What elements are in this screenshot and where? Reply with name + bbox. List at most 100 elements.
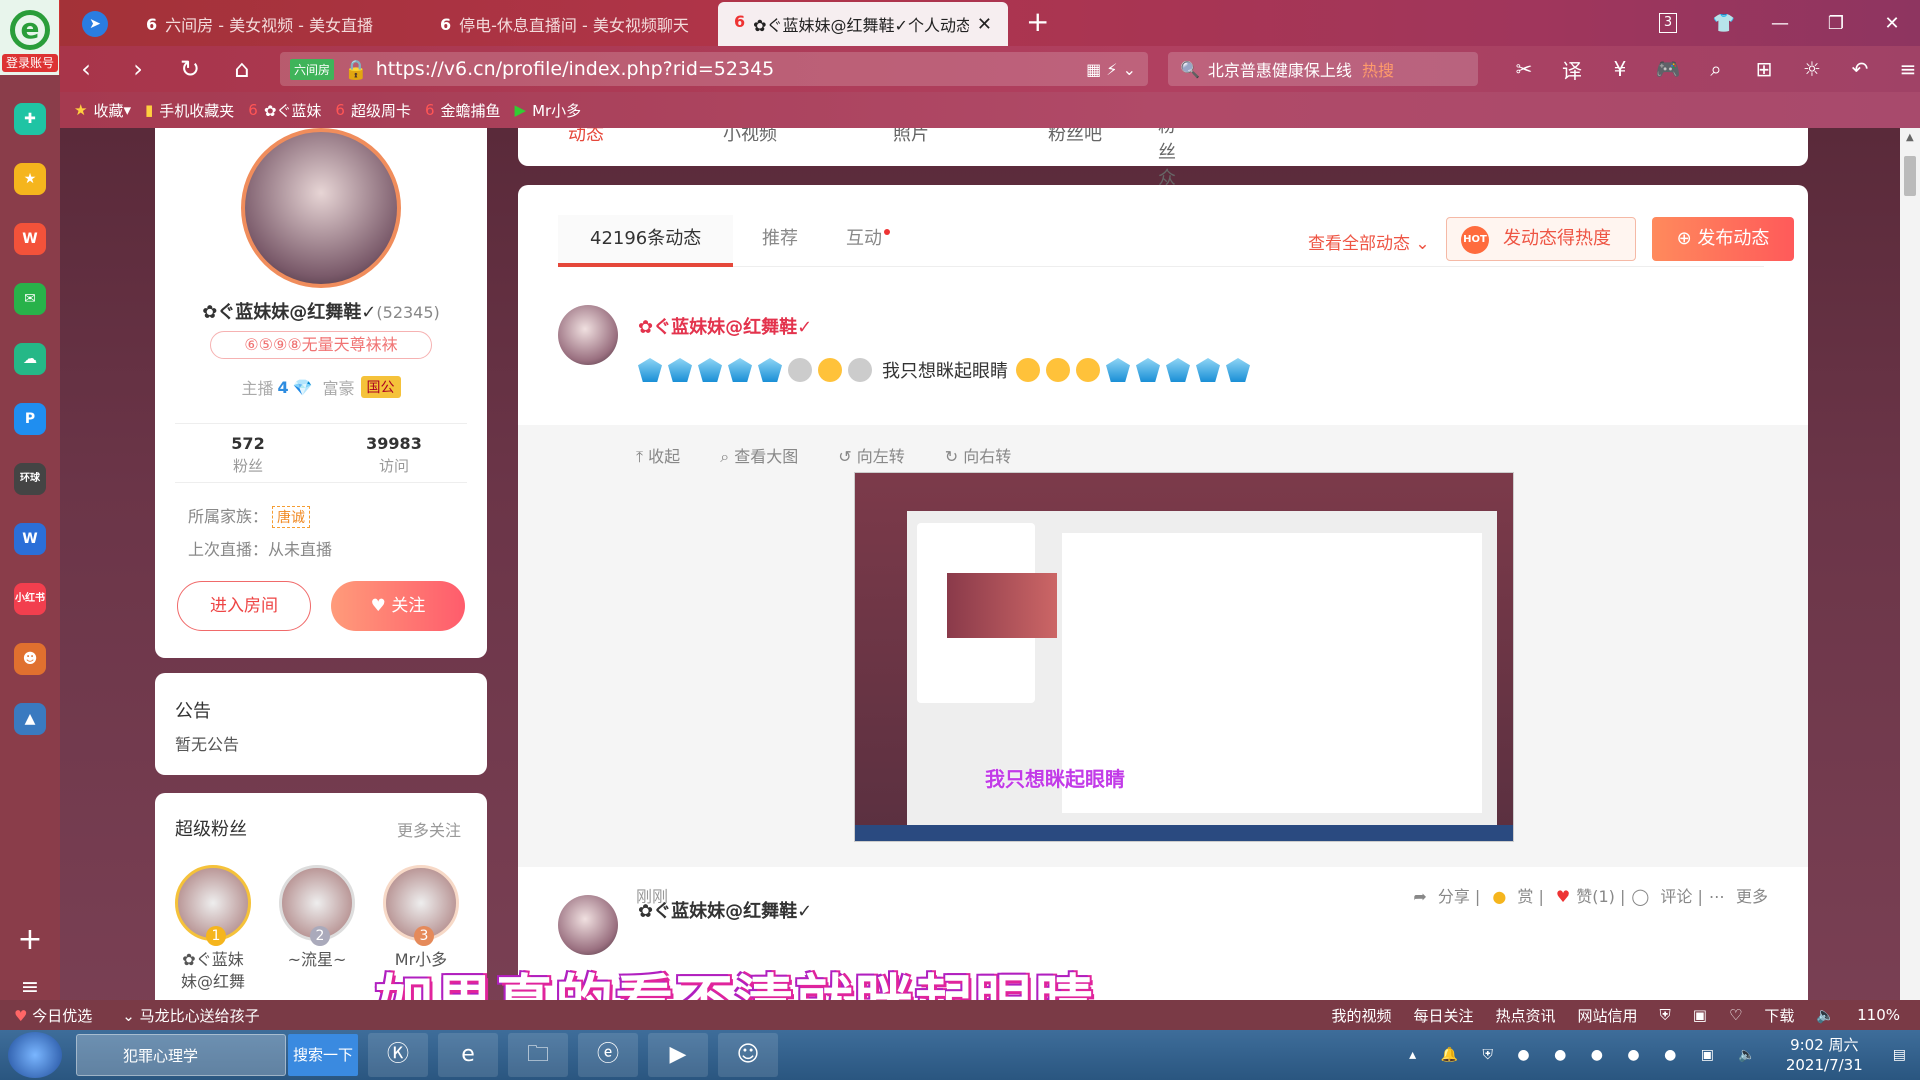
player-icon[interactable]: ▶ xyxy=(648,1033,708,1077)
sidebar-menu-icon[interactable]: ≡ xyxy=(21,975,39,1000)
speaker-icon[interactable]: 🔈 xyxy=(1816,1006,1835,1024)
bookmark-favorites[interactable]: ★ 收藏 ▾ xyxy=(74,100,131,121)
hot-news-link[interactable]: 热点资讯 xyxy=(1495,1005,1555,1026)
page-scrollbar[interactable]: ▲ ▼ xyxy=(1900,128,1920,1030)
reward-button[interactable]: ● 赏 | xyxy=(1486,883,1544,907)
cloud-icon[interactable]: ☁ xyxy=(14,343,46,375)
view-all-dropdown[interactable]: 查看全部动态 ⌄ xyxy=(1308,229,1430,254)
site-credit-link[interactable]: 网站信用 xyxy=(1577,1005,1637,1026)
post-avatar[interactable] xyxy=(558,305,618,365)
word-icon[interactable]: W xyxy=(14,523,46,555)
back-icon[interactable]: ‹ xyxy=(60,55,112,83)
avatar-app-icon[interactable]: ☺ xyxy=(718,1033,778,1077)
k-app-icon[interactable]: Ⓚ xyxy=(368,1033,428,1077)
download-link[interactable]: 下载 xyxy=(1764,1005,1794,1026)
start-button[interactable] xyxy=(8,1032,62,1078)
bookmark-profile[interactable]: 6 ✿ぐ蓝妹 xyxy=(248,100,321,121)
home-icon[interactable]: ⌂ xyxy=(216,55,268,83)
minimize-icon[interactable]: — xyxy=(1752,13,1808,34)
url-field[interactable]: 六间房 🔒 https://v6.cn/profile/index.php?ri… xyxy=(280,52,1148,86)
bookmark-fish[interactable]: 6 金蟾捕鱼 xyxy=(425,100,501,121)
clock[interactable]: 9:02 周六 2021/7/31 xyxy=(1786,1035,1863,1075)
tab-photos[interactable]: 照片 xyxy=(893,128,929,146)
new-tab-button[interactable]: + xyxy=(1012,2,1063,46)
weibo-icon[interactable]: W xyxy=(14,223,46,255)
mail-icon[interactable]: ✉ xyxy=(14,283,46,315)
post-author[interactable]: ✿ぐ蓝妹妹@红舞鞋✓ xyxy=(638,313,812,339)
family-tag[interactable]: 唐诚 xyxy=(272,506,311,528)
tab-3-active[interactable]: 6 ✿ぐ蓝妹妹@红舞鞋✓个人动态 ✕ xyxy=(718,2,1008,46)
tray-icons[interactable]: ▴ 🔔 ⛨ ● ● ● ● ● ▣ 🔈 xyxy=(1409,1047,1766,1063)
undo-icon[interactable]: ↶ xyxy=(1836,57,1884,81)
comment-button[interactable]: ◯ 评论 | xyxy=(1631,883,1703,907)
publish-button[interactable]: ⊕ 发布动态 xyxy=(1652,217,1794,261)
scissors-icon[interactable]: ✂ xyxy=(1500,57,1548,81)
browser-icon[interactable]: ⓔ xyxy=(578,1033,638,1077)
favorite-star-icon[interactable]: ★ xyxy=(14,163,46,195)
apps-icon[interactable]: ⊞ xyxy=(1740,57,1788,81)
scroll-up-icon[interactable]: ▲ xyxy=(1906,132,1914,143)
tab-all-posts[interactable]: 42196条动态 xyxy=(558,215,734,267)
tab-fan-bar[interactable]: 粉丝吧 xyxy=(1048,128,1102,146)
collapse-button[interactable]: ⤒ 收起 xyxy=(636,443,700,467)
daily-follow-link[interactable]: 每日关注 xyxy=(1413,1005,1473,1026)
bookmark-weekly[interactable]: 6 超级周卡 xyxy=(335,100,411,121)
close-tab-icon[interactable]: ✕ xyxy=(977,14,992,35)
add-sidebar-icon[interactable]: + xyxy=(17,922,42,957)
game-icon[interactable]: 🎮 xyxy=(1644,57,1692,81)
zoom-level[interactable]: 110% xyxy=(1857,1006,1900,1024)
next-post-author[interactable]: ✿ぐ蓝妹妹@红舞鞋✓ xyxy=(638,897,812,923)
taskbar-ie-item[interactable]: 犯罪心理学 xyxy=(76,1034,286,1076)
more-button[interactable]: ⋯ 更多 xyxy=(1709,883,1768,907)
rotate-left-button[interactable]: ↺ 向左转 xyxy=(838,443,925,467)
game-app-icon[interactable]: 环球 xyxy=(14,463,46,495)
folder-icon[interactable]: 🗀 xyxy=(508,1033,568,1077)
login-account-button[interactable]: 登录账号 xyxy=(2,54,58,72)
fan-item-2[interactable]: 2 ~流星~ xyxy=(277,865,357,971)
coin-icon[interactable]: ¥ xyxy=(1596,57,1644,81)
rotate-right-button[interactable]: ↻ 向右转 xyxy=(945,443,1032,467)
p-app-icon[interactable]: P xyxy=(14,403,46,435)
daily-picks-link[interactable]: ♥ 今日优选 xyxy=(14,1005,92,1026)
news-link[interactable]: ⌄ 马龙比心送给孩子 xyxy=(122,1005,259,1026)
forward-icon[interactable]: › xyxy=(112,55,164,83)
taskbar-search-button[interactable]: 搜索一下 xyxy=(288,1034,358,1076)
skin-icon[interactable]: 👕 xyxy=(1696,13,1752,34)
close-window-icon[interactable]: ✕ xyxy=(1864,13,1920,34)
browser-logo[interactable]: e 登录账号 xyxy=(0,0,60,75)
more-follow-link[interactable]: 更多关注 xyxy=(397,817,461,841)
game2-icon[interactable]: ☻ xyxy=(14,643,46,675)
game3-icon[interactable]: ▲ xyxy=(14,703,46,735)
tab-2[interactable]: 6 停电-休息直播间 - 美女视频聊天 xyxy=(424,2,714,46)
my-video-link[interactable]: 我的视频 xyxy=(1331,1005,1391,1026)
magnifier-icon[interactable]: ⌕ xyxy=(1692,57,1740,81)
scroll-thumb[interactable] xyxy=(1904,156,1916,196)
notification-icon[interactable]: ▤ xyxy=(1893,1047,1906,1063)
add-app-icon[interactable]: ✚ xyxy=(14,103,46,135)
refresh-icon[interactable]: ↻ xyxy=(164,55,216,83)
fan-item-1[interactable]: 1 ✿ぐ蓝妹 妹@红舞 xyxy=(173,865,253,993)
translate-icon[interactable]: 译 xyxy=(1548,55,1596,84)
heat-button[interactable]: HOT 发动态得热度 xyxy=(1446,217,1636,261)
maximize-icon[interactable]: ❐ xyxy=(1808,13,1864,34)
bookmark-mr[interactable]: ▶ Mr小多 xyxy=(515,100,582,121)
image-icon[interactable]: ▣ xyxy=(1693,1006,1707,1024)
menu-icon[interactable]: ≡ xyxy=(1884,57,1920,81)
view-large-button[interactable]: ⌕ 查看大图 xyxy=(720,443,818,467)
tab-dynamics[interactable]: 动态 xyxy=(568,128,604,146)
post-screenshot-image[interactable]: 我只想眯起眼睛 xyxy=(854,472,1514,842)
share-button[interactable]: ➦ 分享 | xyxy=(1413,883,1480,907)
shield-icon[interactable]: ⛨ xyxy=(1660,1006,1671,1024)
bookmark-mobile[interactable]: ▮ 手机收藏夹 xyxy=(145,100,234,121)
search-box[interactable]: 🔍 北京普惠健康保上线 热搜 xyxy=(1168,52,1478,86)
browser-nav-icon[interactable]: ➤ xyxy=(60,2,130,46)
next-post-avatar[interactable] xyxy=(558,895,618,955)
fans-stat[interactable]: 572 粉丝 xyxy=(175,424,321,482)
xiaohongshu-icon[interactable]: 小红书 xyxy=(14,583,46,615)
like-button[interactable]: ♥ 赞(1) | xyxy=(1550,883,1626,907)
url-tools-icon[interactable]: ▦ ⚡ ⌄ xyxy=(1086,60,1136,79)
tab-short-video[interactable]: 小视频 xyxy=(723,128,777,146)
enter-room-button[interactable]: 进入房间 xyxy=(177,581,311,631)
tab-interaction[interactable]: 互动 xyxy=(814,215,922,267)
brightness-icon[interactable]: ☼ xyxy=(1788,57,1836,81)
